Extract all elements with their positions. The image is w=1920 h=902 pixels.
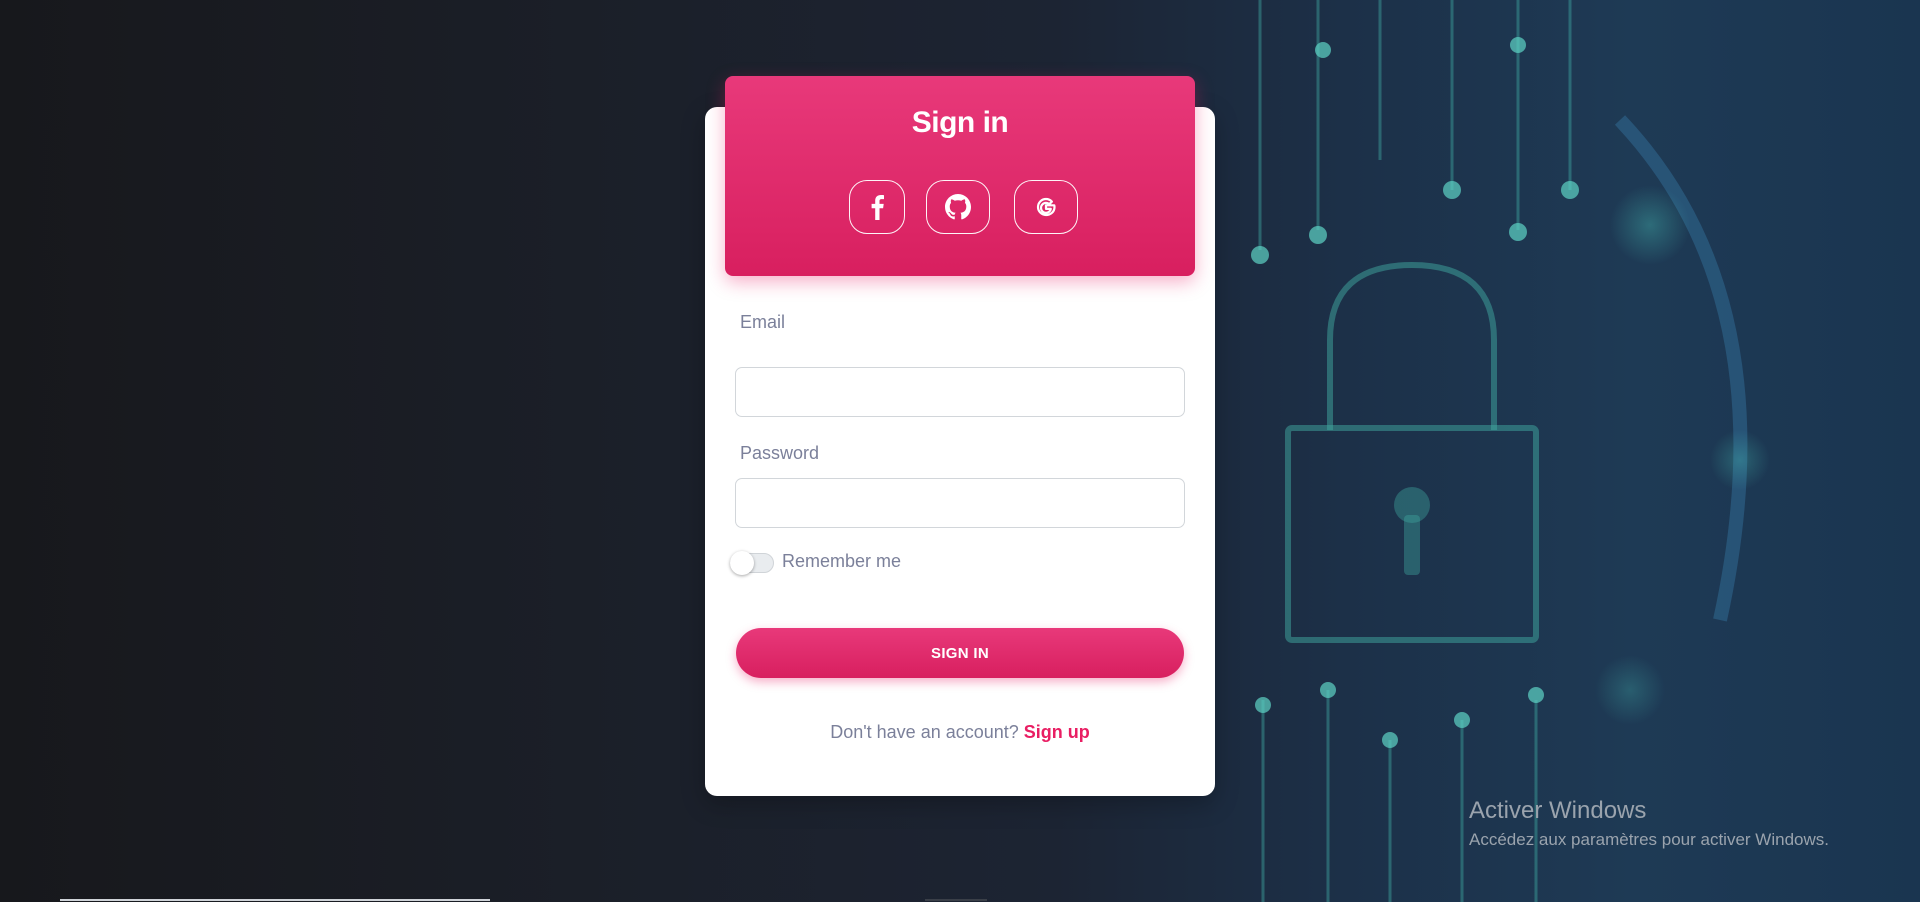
email-label: Email: [740, 312, 786, 332]
circuit-padlock-background: [1251, 0, 1770, 902]
github-icon: [945, 194, 971, 220]
google-login-button[interactable]: [1014, 180, 1078, 234]
signup-prompt-text: Don't have an account?: [830, 722, 1019, 742]
email-field[interactable]: [735, 367, 1185, 417]
remember-me-label[interactable]: Remember me: [782, 551, 901, 572]
remember-me-toggle[interactable]: [730, 551, 774, 575]
signup-prompt: Don't have an account? Sign up: [705, 722, 1215, 743]
password-field[interactable]: [735, 478, 1185, 528]
sign-in-button[interactable]: SIGN IN: [736, 628, 1184, 678]
toggle-knob: [730, 551, 754, 575]
github-login-button[interactable]: [926, 180, 990, 234]
page-title: Sign in: [911, 106, 1009, 139]
facebook-icon: [871, 195, 884, 220]
signin-header: Sign in: [725, 76, 1195, 276]
bottom-divider-small: [925, 899, 987, 901]
password-label: Password: [740, 443, 820, 463]
facebook-login-button[interactable]: [849, 180, 905, 234]
bottom-divider: [60, 899, 490, 901]
windows-activation-title: Activer Windows: [1469, 797, 1647, 824]
windows-activation-subtitle: Accédez aux paramètres pour activer Wind…: [1469, 830, 1829, 849]
google-icon: [1036, 197, 1056, 217]
sign-up-link[interactable]: Sign up: [1024, 722, 1090, 742]
